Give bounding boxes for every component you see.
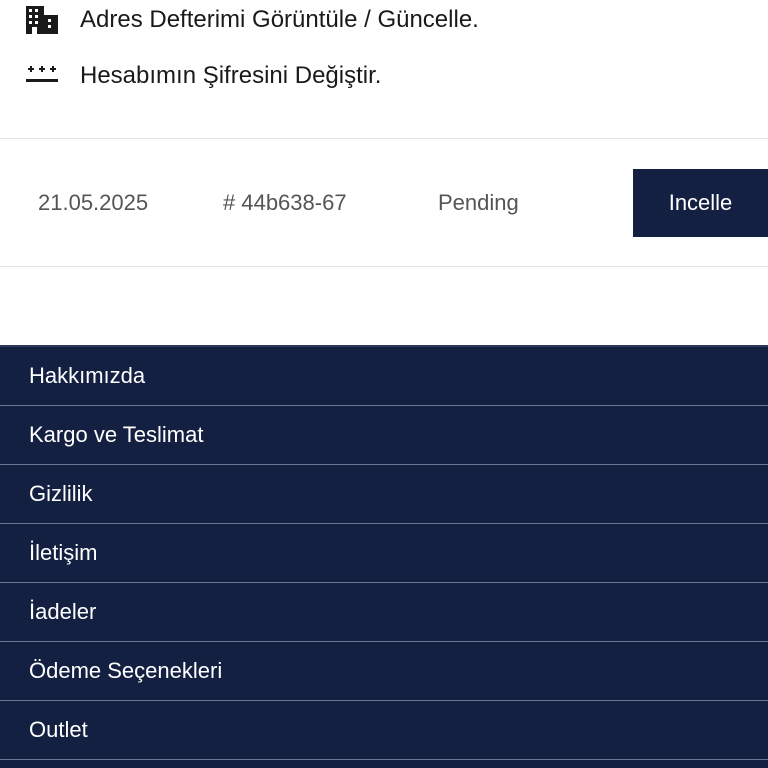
footer-link-label: Ödeme Seçenekleri bbox=[29, 658, 223, 683]
footer-link-label: Hakkımızda bbox=[29, 363, 146, 388]
change-password-label: Hesabımın Şifresini Değiştir. bbox=[80, 62, 382, 89]
footer-link-about[interactable]: Hakkımızda bbox=[0, 347, 768, 406]
divider bbox=[0, 266, 768, 267]
footer-link-contact[interactable]: İletişim bbox=[0, 524, 768, 583]
footer-link-label: İletişim bbox=[29, 540, 98, 565]
building-icon bbox=[26, 6, 58, 34]
footer-link-outlet[interactable]: Outlet bbox=[0, 701, 768, 760]
address-book-link[interactable]: Adres Defterimi Görüntüle / Güncelle. bbox=[0, 0, 768, 40]
footer-nav: Hakkımızda Kargo ve Teslimat Gizlilik İl… bbox=[0, 345, 768, 768]
order-row: 21.05.2025 # 44b638-67 Pending Incelle bbox=[0, 139, 768, 267]
footer-link-label: İadeler bbox=[29, 599, 97, 624]
footer-link-label: Kargo ve Teslimat bbox=[29, 422, 204, 447]
inspect-order-button[interactable]: Incelle bbox=[633, 169, 768, 237]
page: Adres Defterimi Görüntüle / Güncelle. He… bbox=[0, 0, 768, 768]
footer-link-label: Outlet bbox=[29, 717, 88, 742]
footer-link-label: Gizlilik bbox=[29, 481, 93, 506]
footer-link-privacy[interactable]: Gizlilik bbox=[0, 465, 768, 524]
footer-link-returns[interactable]: İadeler bbox=[0, 583, 768, 642]
order-date: 21.05.2025 bbox=[38, 190, 149, 215]
address-book-label: Adres Defterimi Görüntüle / Güncelle. bbox=[80, 6, 479, 33]
change-password-link[interactable]: Hesabımın Şifresini Değiştir. bbox=[0, 56, 768, 96]
password-icon bbox=[26, 66, 58, 82]
order-status: Pending bbox=[438, 190, 519, 215]
footer-link-shipping[interactable]: Kargo ve Teslimat bbox=[0, 406, 768, 465]
order-id: # 44b638-67 bbox=[223, 190, 347, 215]
footer-link-payment-options[interactable]: Ödeme Seçenekleri bbox=[0, 642, 768, 701]
